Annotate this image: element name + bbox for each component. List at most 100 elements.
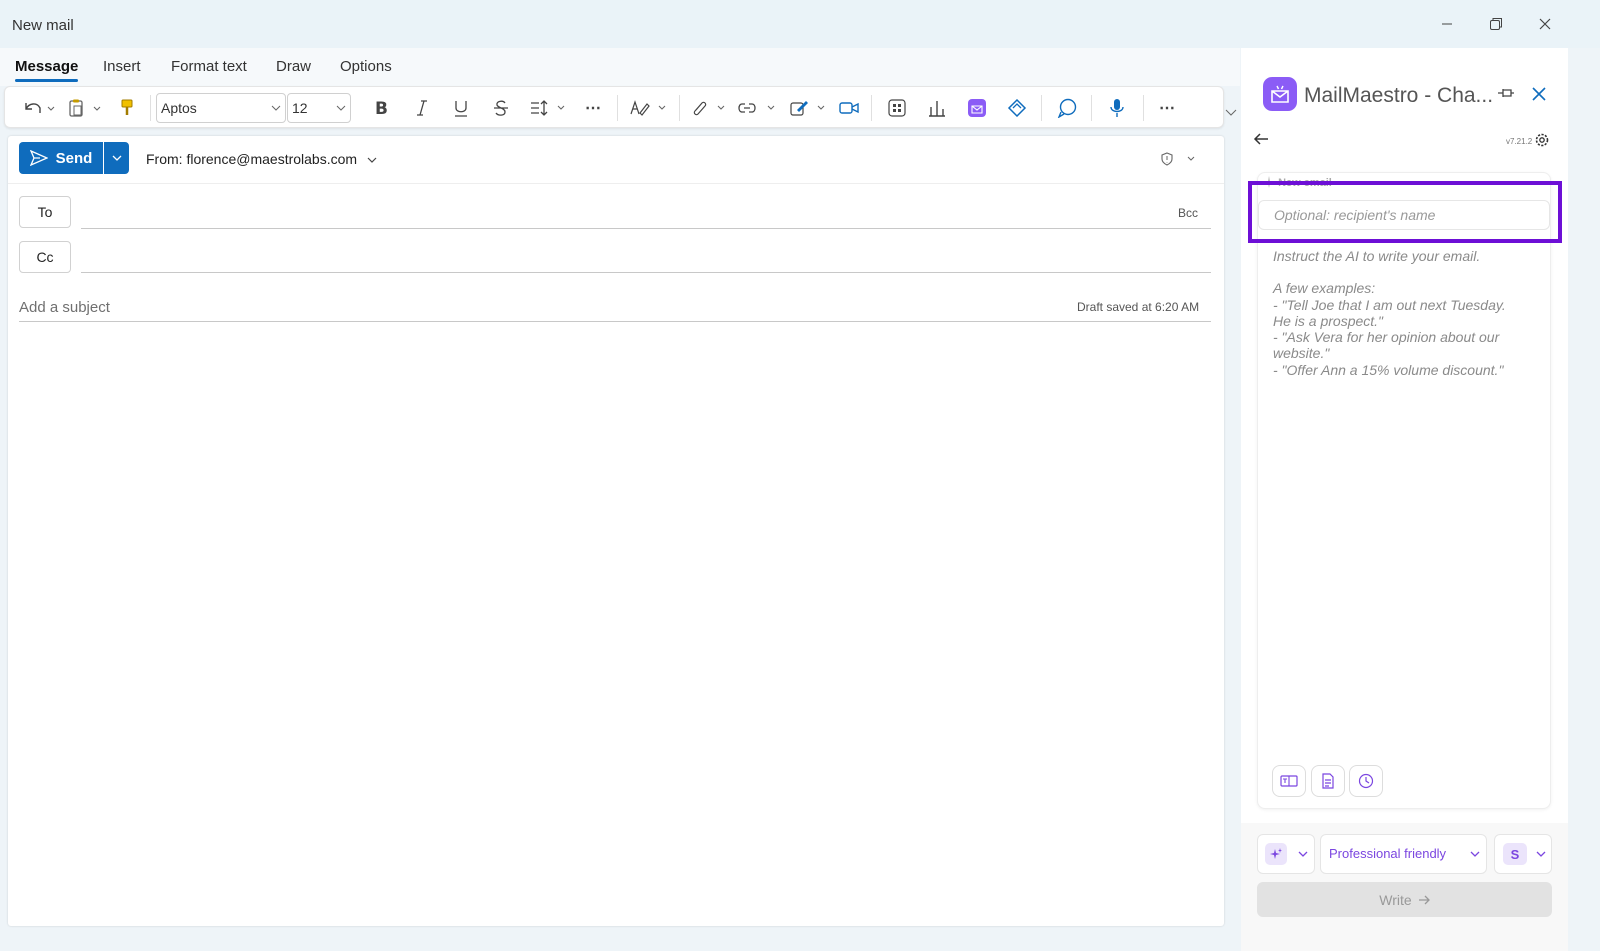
close-panel-button[interactable]: [1531, 86, 1547, 107]
instruction-line: A few examples:: [1273, 280, 1376, 297]
paste-button[interactable]: [65, 95, 105, 121]
chevron-down-icon: [367, 157, 377, 163]
copilot-chat-button[interactable]: [1055, 95, 1079, 121]
apps-button[interactable]: [885, 95, 909, 121]
more-options-button[interactable]: ⋯: [1155, 95, 1179, 121]
send-options-button[interactable]: [104, 142, 129, 174]
separator: [150, 95, 151, 121]
template-button[interactable]: [1311, 765, 1345, 797]
from-selector[interactable]: From: florence@maestrolabs.com: [146, 151, 377, 167]
paperclip-icon: [693, 101, 725, 116]
tab-draw[interactable]: Draw: [276, 58, 311, 75]
meeting-button[interactable]: [837, 95, 861, 121]
separator: [1091, 95, 1092, 121]
back-button[interactable]: [1253, 132, 1269, 151]
sparkle-icon: [1270, 848, 1282, 859]
subject-input[interactable]: Add a subject: [19, 299, 110, 316]
pin-icon: [1498, 89, 1514, 97]
write-button[interactable]: Write: [1257, 882, 1552, 917]
settings-button[interactable]: [1534, 132, 1550, 153]
signature-button[interactable]: [789, 95, 829, 121]
font-name-select[interactable]: Aptos: [156, 93, 286, 123]
length-select[interactable]: S: [1494, 834, 1552, 874]
undo-button[interactable]: [19, 95, 57, 121]
viva-insights-button[interactable]: [925, 95, 949, 121]
bold-icon: B: [375, 99, 388, 117]
mailmaestro-logo: [1263, 77, 1297, 111]
message-body[interactable]: [19, 331, 1211, 916]
divider: [81, 228, 1211, 229]
more-formatting-button[interactable]: ⋯: [581, 95, 605, 121]
dictate-button[interactable]: [1105, 95, 1129, 121]
loop-button[interactable]: [1005, 95, 1029, 121]
strikethrough-icon: [494, 100, 508, 116]
instruction-line: He is a prospect.": [1273, 312, 1384, 329]
clipboard-icon: [69, 99, 101, 117]
strikethrough-button[interactable]: [489, 95, 513, 121]
separator: [617, 95, 618, 121]
close-window-button[interactable]: [1533, 12, 1557, 36]
attach-file-button[interactable]: [689, 95, 729, 121]
expand-ribbon-button[interactable]: [1225, 108, 1237, 120]
ai-sparkle-badge: [1265, 843, 1287, 865]
ai-mode-select[interactable]: [1257, 834, 1315, 874]
to-input[interactable]: [81, 196, 1171, 228]
instruction-line: Instruct the AI to write your email.: [1273, 248, 1481, 264]
restore-button[interactable]: [1484, 12, 1508, 36]
tab-options[interactable]: Options: [340, 58, 392, 75]
italic-button[interactable]: [409, 95, 433, 121]
bold-button[interactable]: B: [369, 95, 393, 121]
pin-button[interactable]: [1497, 86, 1515, 105]
length-badge: S: [1503, 843, 1527, 865]
format-painter-icon: [121, 99, 133, 115]
insert-link-button[interactable]: [737, 95, 779, 121]
chevron-down-icon: [1470, 851, 1480, 857]
line-spacing-button[interactable]: [529, 95, 569, 121]
to-button[interactable]: To: [19, 196, 71, 228]
italic-icon: [417, 100, 427, 116]
cc-input[interactable]: [81, 241, 1211, 273]
window-title: New mail: [12, 17, 74, 34]
send-button[interactable]: Send: [19, 142, 103, 174]
mailmaestro-icon: [968, 99, 986, 117]
chevron-down-icon: [112, 155, 121, 161]
tab-message[interactable]: Message: [15, 58, 79, 82]
bcc-button[interactable]: Bcc: [1178, 206, 1198, 220]
chevron-down-icon: [336, 105, 346, 111]
version-label: v7.21.2: [1506, 137, 1533, 146]
chevron-down-icon: [271, 105, 281, 111]
minimize-icon: [1442, 23, 1452, 25]
translate-button[interactable]: [1272, 765, 1306, 797]
send-icon: [29, 150, 48, 166]
divider: [81, 272, 1211, 273]
ribbon-toolbar: Aptos 12 B ⋯ ⋯: [4, 86, 1224, 128]
ribbon-tabs: Message Insert Format text Draw Options: [0, 48, 1240, 86]
panel-title: MailMaestro - Cha...: [1304, 84, 1494, 107]
chevron-down-icon: [1225, 109, 1237, 116]
cc-button[interactable]: Cc: [19, 241, 71, 273]
minimize-button[interactable]: [1435, 12, 1459, 36]
tab-format-text[interactable]: Format text: [171, 58, 247, 75]
close-icon: [1532, 87, 1546, 101]
sensitivity-button[interactable]: [1160, 152, 1198, 171]
arrow-right-icon: [1418, 895, 1430, 904]
line-spacing-icon: [531, 100, 565, 116]
write-label: Write: [1379, 891, 1412, 908]
history-button[interactable]: [1349, 765, 1383, 797]
separator: [1041, 95, 1042, 121]
document-icon: [1322, 773, 1334, 789]
ellipsis-icon: ⋯: [585, 100, 601, 117]
tab-insert[interactable]: Insert: [103, 58, 141, 75]
mailmaestro-addin-button[interactable]: [965, 95, 989, 121]
cc-label: Cc: [36, 249, 54, 265]
instruction-textarea[interactable]: Instruct the AI to write your email. A f…: [1273, 248, 1543, 378]
editor-button[interactable]: [629, 95, 669, 121]
shield-icon: [1161, 152, 1195, 166]
instruction-line: - "Ask Vera for her opinion about our: [1273, 329, 1500, 346]
underline-button[interactable]: [449, 95, 473, 121]
signature-icon: [790, 101, 825, 116]
format-painter-button[interactable]: [117, 95, 137, 121]
font-size-select[interactable]: 12: [287, 93, 351, 123]
mailmaestro-icon: [1271, 85, 1289, 103]
divider: [8, 183, 1224, 184]
